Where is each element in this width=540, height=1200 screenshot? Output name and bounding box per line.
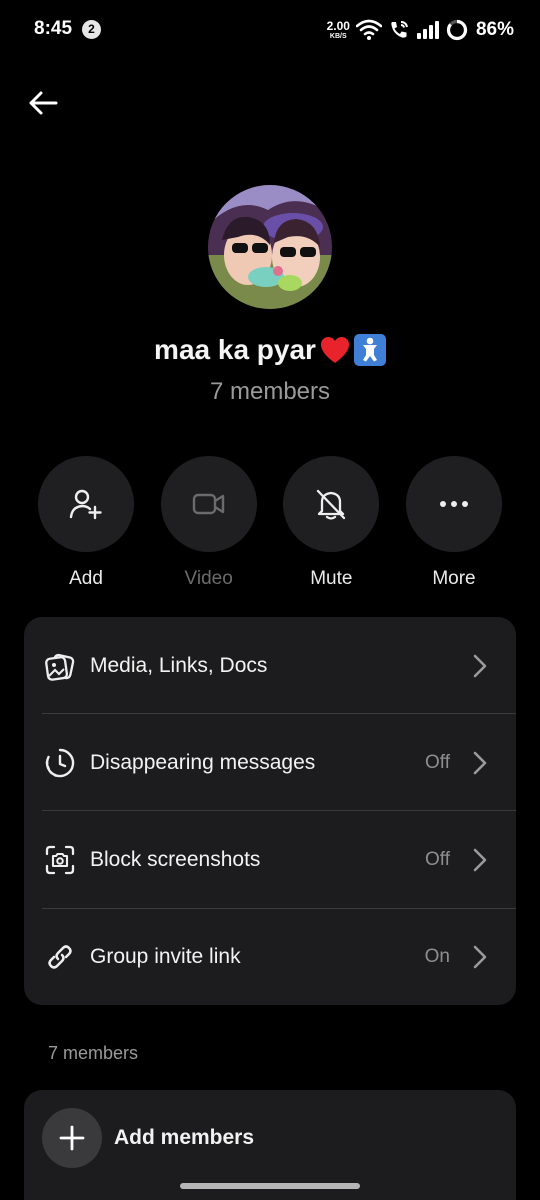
more-button-label: More — [432, 568, 476, 589]
status-bar: 8:45 2 2.00 KB/S 86% — [0, 0, 540, 62]
member-count: 7 members — [209, 378, 331, 405]
add-members-label[interactable]: Add members — [114, 1126, 254, 1150]
timer-icon — [42, 745, 78, 781]
baby-symbol-icon — [353, 334, 386, 366]
disappearing-messages-label: Disappearing messages — [90, 750, 316, 774]
disappearing-messages-row[interactable]: Disappearing messages Off — [24, 714, 516, 811]
link-icon — [42, 939, 78, 975]
status-time: 8:45 — [34, 18, 73, 39]
video-button-label: Video — [184, 568, 233, 589]
battery-percent: 86% — [475, 19, 514, 40]
bell-off-icon — [317, 489, 346, 520]
add-button[interactable]: Add — [38, 456, 134, 590]
notification-count-badge: 2 — [82, 20, 101, 39]
add-button-label: Add — [69, 568, 103, 589]
media-links-docs-row[interactable]: Media, Links, Docs — [24, 617, 516, 714]
signal-icon — [416, 21, 439, 39]
add-person-icon — [69, 489, 102, 520]
block-screenshots-label: Block screenshots — [90, 847, 261, 871]
network-speed: 2.00 KB/S — [326, 19, 350, 40]
add-members-button[interactable] — [42, 1108, 102, 1168]
more-button-circle[interactable] — [405, 456, 502, 552]
wifi-calling-icon — [391, 21, 408, 38]
group-invite-link-label: Group invite link — [90, 944, 241, 968]
block-screenshots-value: Off — [425, 848, 450, 870]
wifi-icon — [355, 19, 382, 40]
media-links-docs-label: Media, Links, Docs — [90, 653, 268, 677]
video-button[interactable]: Video — [160, 456, 257, 590]
add-button-circle[interactable] — [38, 456, 134, 552]
group-name-row: maa ka pyar — [0, 334, 540, 366]
chevron-right-icon — [470, 750, 490, 776]
chevron-right-icon — [470, 847, 490, 873]
group-invite-link-value: On — [424, 945, 450, 967]
group-name: maa ka pyar — [154, 334, 316, 365]
back-button[interactable] — [24, 84, 62, 122]
action-buttons: Add Video Mute More — [38, 456, 502, 590]
mute-button[interactable]: Mute — [283, 456, 380, 590]
block-screenshots-row[interactable]: Block screenshots Off — [24, 811, 516, 908]
video-button-circle[interactable] — [160, 456, 257, 552]
group-settings-card: Media, Links, Docs Disappearing messages… — [24, 617, 516, 1005]
status-icons: 2.00 KB/S 86% — [327, 16, 514, 44]
group-invite-link-row[interactable]: Group invite link On — [24, 908, 516, 1005]
chevron-right-icon — [470, 653, 490, 679]
group-avatar[interactable] — [208, 185, 332, 309]
battery-icon — [446, 19, 468, 41]
media-stack-icon — [42, 648, 78, 684]
screenshot-camera-icon — [42, 842, 78, 878]
chevron-right-icon — [470, 944, 490, 970]
more-dots-icon — [439, 501, 468, 507]
video-camera-icon — [192, 493, 224, 515]
disappearing-messages-value: Off — [425, 751, 450, 773]
members-section-title: 7 members — [48, 1043, 139, 1063]
arrow-left-icon — [29, 91, 58, 115]
more-button[interactable]: More — [405, 456, 502, 590]
mute-button-circle[interactable] — [283, 456, 380, 552]
red-heart-icon — [320, 337, 349, 363]
plus-icon — [59, 1125, 85, 1151]
group-avatar-image — [208, 185, 332, 309]
home-indicator[interactable] — [180, 1183, 360, 1189]
mute-button-label: Mute — [310, 568, 353, 589]
